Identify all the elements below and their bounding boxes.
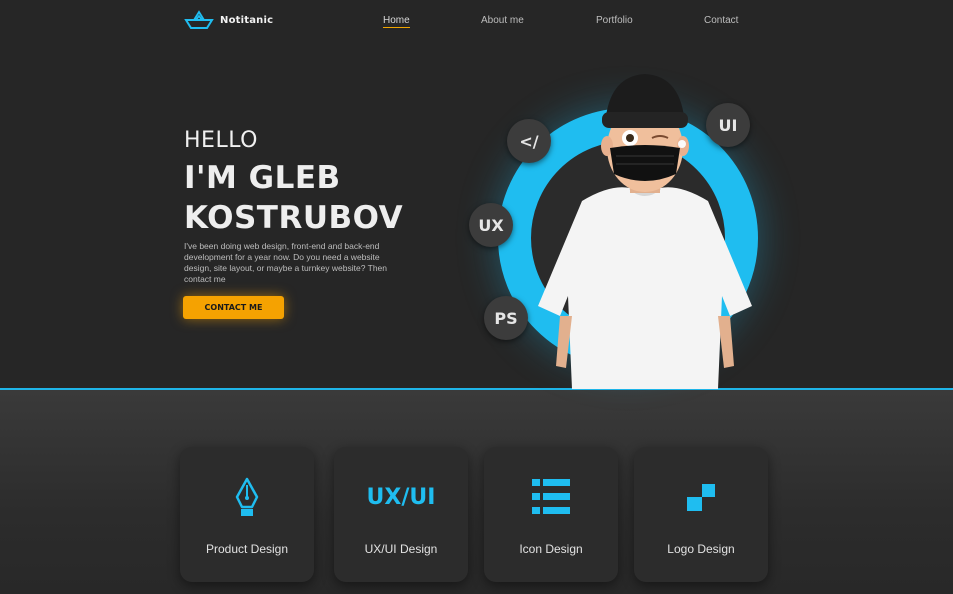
ux-ui-text-icon: UX/UI bbox=[366, 484, 436, 510]
hero-greeting: HELLO bbox=[184, 128, 258, 153]
pen-nib-icon bbox=[235, 477, 259, 516]
logo-squares-icon bbox=[687, 484, 715, 511]
card-label: Product Design bbox=[205, 542, 289, 556]
card-label: UX/UI Design bbox=[364, 542, 438, 556]
service-card-logo-design[interactable]: Logo Design bbox=[634, 447, 768, 582]
hero-name-line1: I'M GLEB bbox=[184, 160, 341, 196]
nav-about[interactable]: About me bbox=[481, 15, 524, 26]
logo-text: Notitanic bbox=[220, 14, 274, 26]
card-label: Icon Design bbox=[519, 542, 583, 556]
nav-contact[interactable]: Contact bbox=[704, 15, 738, 26]
service-card-icon-design[interactable]: Icon Design bbox=[484, 447, 618, 582]
nav-home[interactable]: Home bbox=[383, 15, 410, 28]
hero-description: I've been doing web design, front-end an… bbox=[184, 241, 388, 284]
card-label: Logo Design bbox=[667, 542, 735, 556]
ship-logo-icon bbox=[184, 10, 214, 29]
hero-section bbox=[0, 0, 953, 389]
code-badge: </ bbox=[507, 119, 551, 163]
ui-badge: UI bbox=[706, 103, 750, 147]
service-card-product-design[interactable]: Product Design bbox=[180, 447, 314, 582]
services-section bbox=[0, 390, 953, 594]
logo[interactable]: Notitanic bbox=[184, 10, 273, 30]
ux-badge: UX bbox=[469, 203, 513, 247]
contact-me-button[interactable]: CONTACT ME bbox=[183, 296, 284, 319]
nav-portfolio[interactable]: Portfolio bbox=[596, 15, 633, 26]
list-icon bbox=[532, 479, 570, 514]
service-card-uxui-design[interactable]: UX/UI UX/UI Design bbox=[334, 447, 468, 582]
hero-name-line2: KOSTRUBOV bbox=[184, 200, 404, 236]
ps-badge: PS bbox=[484, 296, 528, 340]
